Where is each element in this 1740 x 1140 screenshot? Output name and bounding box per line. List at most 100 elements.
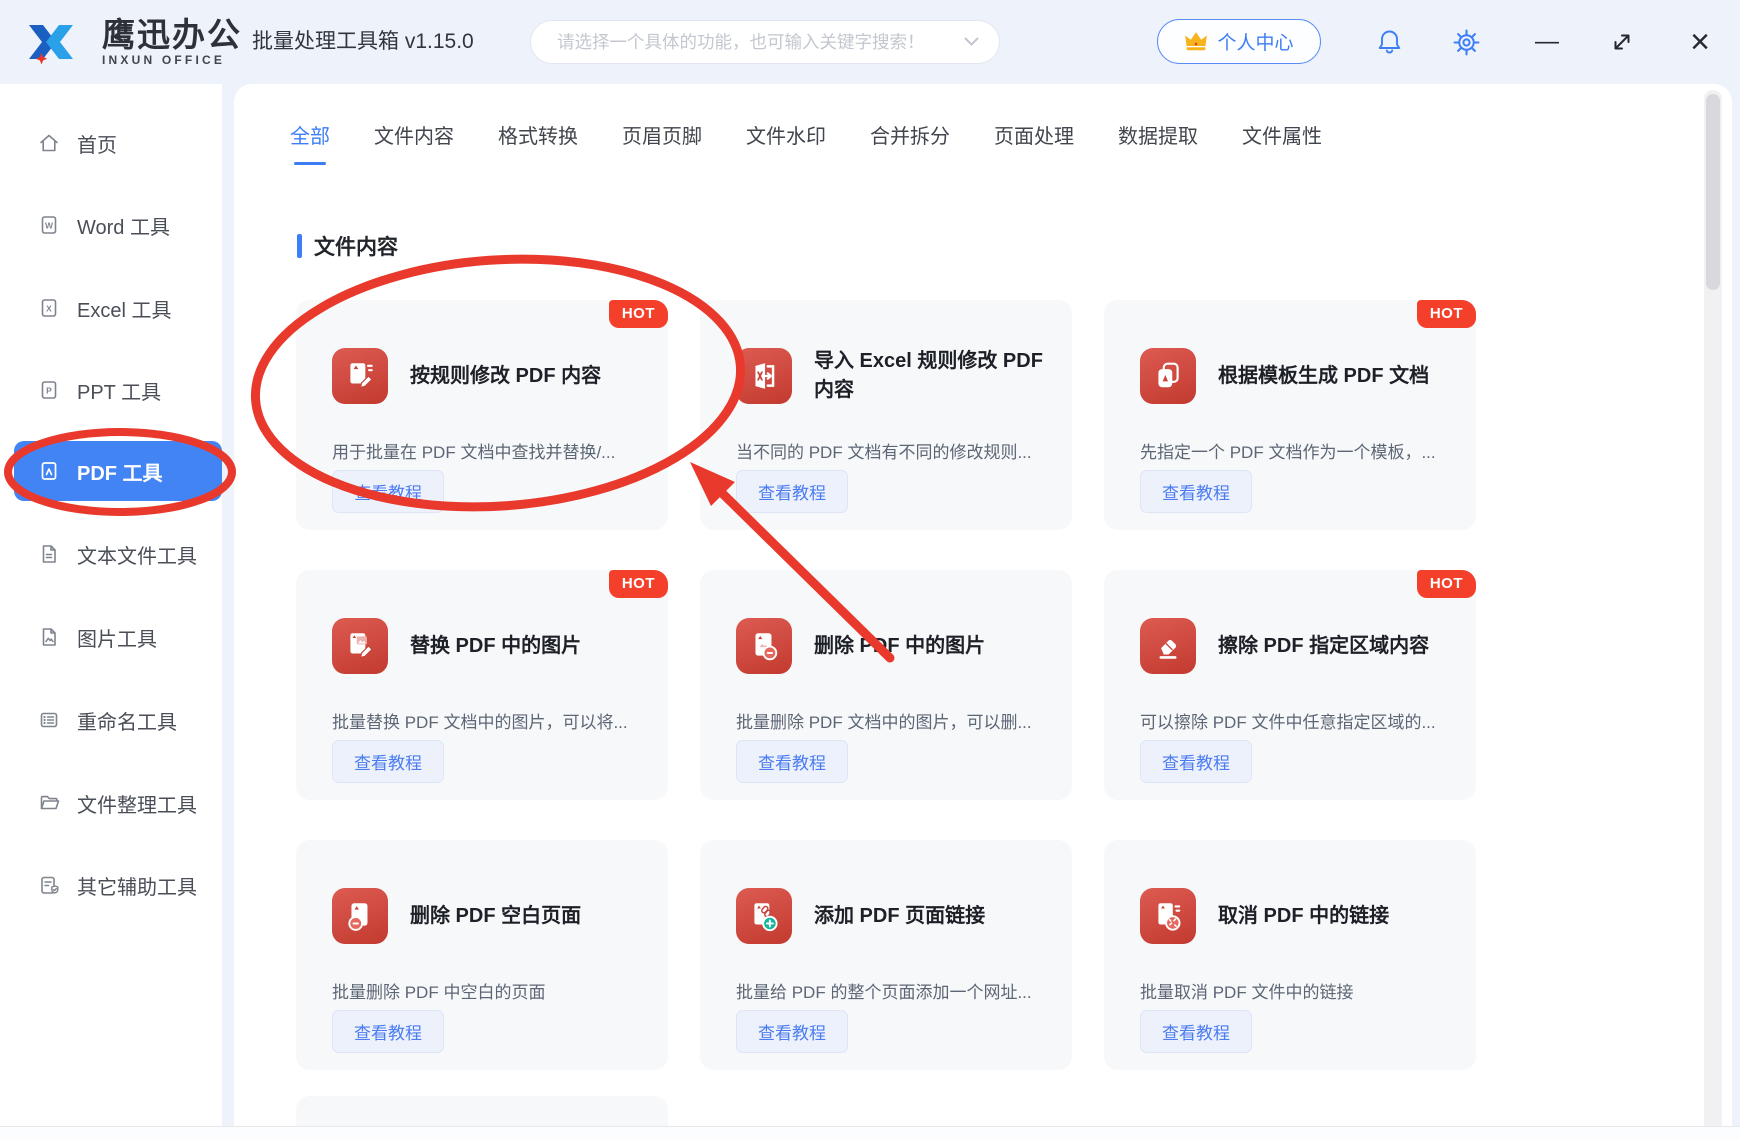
chevron-down-icon[interactable]	[964, 37, 979, 47]
pdf-template-icon	[1140, 348, 1196, 404]
tool-card-excel-rule-modify[interactable]: HOT 导入 Excel 规则修改 PDF 内容 当不同的 PDF 文档有不同的…	[700, 300, 1072, 530]
sidebar-item-ppt[interactable]: P PPT 工具	[0, 360, 222, 420]
personal-center-button[interactable]: 个人中心	[1157, 19, 1321, 64]
pdf-image-replace-icon	[332, 618, 388, 674]
sidebar-item-assist[interactable]: 其它辅助工具	[0, 855, 222, 915]
sidebar-item-excel[interactable]: X Excel 工具	[0, 278, 222, 338]
tool-card-replace-images[interactable]: HOT 替换 PDF 中的图片 批量替换 PDF 文档中的图片，可以将... 查…	[296, 570, 668, 800]
svg-text:W: W	[45, 221, 54, 231]
tab-header-footer[interactable]: 页眉页脚	[622, 120, 702, 165]
card-title: 取消 PDF 中的链接	[1218, 902, 1389, 931]
sidebar-item-image[interactable]: 图片工具	[0, 607, 222, 667]
card-title: 替换 PDF 中的图片	[410, 632, 581, 661]
tutorial-button[interactable]: 查看教程	[1140, 1010, 1252, 1053]
tool-card-remove-links[interactable]: HOT 取消 PDF 中的链接 批量取消 PDF 文件中的链接 查看教程	[1104, 840, 1476, 1070]
tab-data-extract[interactable]: 数据提取	[1118, 120, 1198, 165]
sidebar-item-pdf[interactable]: PDF 工具	[14, 441, 222, 501]
pdf-doc-icon	[38, 460, 60, 482]
hot-badge: HOT	[1417, 300, 1476, 328]
maximize-button[interactable]	[1606, 0, 1638, 84]
card-title: 删除 PDF 空白页面	[410, 902, 581, 931]
card-desc: 先指定一个 PDF 文档作为一个模板，...	[1140, 438, 1462, 463]
gear-icon	[1452, 28, 1481, 57]
card-title: 导入 Excel 规则修改 PDF 内容	[814, 347, 1054, 405]
tutorial-button[interactable]: 查看教程	[332, 740, 444, 783]
rename-icon	[38, 709, 60, 731]
window-bottom-edge	[0, 1126, 1740, 1140]
app-title: 批量处理工具箱 v1.15.0	[252, 0, 474, 84]
sidebar-item-rename[interactable]: 重命名工具	[0, 690, 222, 750]
bell-icon	[1376, 28, 1403, 56]
assist-icon	[38, 874, 60, 896]
hot-badge: HOT	[1417, 570, 1476, 598]
card-desc: 批量替换 PDF 文档中的图片，可以将...	[332, 708, 654, 733]
tool-card-delete-images[interactable]: HOT 删除 PDF 中的图片 批量删除 PDF 文档中的图片，可以删... 查…	[700, 570, 1072, 800]
tool-card-template-generate[interactable]: HOT 根据模板生成 PDF 文档 先指定一个 PDF 文档作为一个模板，...…	[1104, 300, 1476, 530]
image-file-icon	[38, 626, 60, 648]
pdf-link-add-icon	[736, 888, 792, 944]
function-search[interactable]	[530, 20, 1000, 64]
tutorial-button[interactable]: 查看教程	[332, 1010, 444, 1053]
card-desc: 当不同的 PDF 文档有不同的修改规则...	[736, 438, 1058, 463]
excel-rule-icon	[736, 348, 792, 404]
tutorial-button[interactable]: 查看教程	[736, 1010, 848, 1053]
tool-card-modify-pdf-by-rule[interactable]: HOT 按规则修改 PDF 内容 用于批量在 PDF 文档中查找并替换/... …	[296, 300, 668, 530]
sidebar-item-organize[interactable]: 文件整理工具	[0, 773, 222, 833]
tab-all[interactable]: 全部	[290, 120, 330, 165]
brand-name: 鹰迅办公	[102, 17, 242, 53]
section-accent-bar	[297, 234, 302, 258]
pdf-blank-delete-icon	[332, 888, 388, 944]
sidebar-item-word[interactable]: W Word 工具	[0, 195, 222, 255]
section-header: 文件内容	[297, 231, 398, 261]
card-title: 删除 PDF 中的图片	[814, 632, 985, 661]
pdf-erase-icon	[1140, 618, 1196, 674]
maximize-icon	[1611, 31, 1633, 53]
tutorial-button[interactable]: 查看教程	[736, 470, 848, 513]
card-desc: 批量给 PDF 的整个页面添加一个网址...	[736, 978, 1058, 1003]
hot-badge: HOT	[609, 570, 668, 598]
section-title: 文件内容	[314, 231, 398, 261]
sidebar-item-textfile[interactable]: 文本文件工具	[0, 524, 222, 584]
crown-icon	[1184, 31, 1208, 52]
tab-file-content[interactable]: 文件内容	[374, 120, 454, 165]
hot-badge: HOT	[609, 300, 668, 328]
tab-page-process[interactable]: 页面处理	[994, 120, 1074, 165]
svg-text:X: X	[46, 304, 52, 314]
tutorial-button[interactable]: 查看教程	[1140, 740, 1252, 783]
ppt-doc-icon: P	[38, 379, 60, 401]
notifications-button[interactable]	[1375, 0, 1403, 84]
settings-button[interactable]	[1451, 0, 1481, 84]
sidebar-item-label: 文件整理工具	[77, 789, 197, 818]
sidebar-item-home[interactable]: 首页	[0, 113, 222, 173]
title-bar: 鹰迅办公 INXUN OFFICE 批量处理工具箱 v1.15.0 个人中心	[0, 0, 1740, 84]
brand-name-en: INXUN OFFICE	[102, 53, 242, 68]
minimize-button[interactable]: —	[1530, 0, 1564, 84]
tutorial-button[interactable]: 查看教程	[1140, 470, 1252, 513]
search-input[interactable]	[557, 32, 964, 53]
tab-merge-split[interactable]: 合并拆分	[870, 120, 950, 165]
sidebar-item-label: 重命名工具	[77, 706, 177, 735]
scrollbar-thumb[interactable]	[1706, 94, 1720, 290]
sidebar-item-label: 首页	[77, 129, 117, 158]
card-title: 根据模板生成 PDF 文档	[1218, 362, 1429, 391]
sidebar-item-label: Excel 工具	[77, 294, 171, 323]
tool-card-add-page-links[interactable]: HOT 添加 PDF 页面链接 批量给 PDF 的整个页面添加一个网址... 查…	[700, 840, 1072, 1070]
tool-card-delete-blank-pages[interactable]: HOT 删除 PDF 空白页面 批量删除 PDF 中空白的页面 查看教程	[296, 840, 668, 1070]
text-file-icon	[38, 543, 60, 565]
sidebar-item-label: 其它辅助工具	[77, 871, 197, 900]
personal-center-label: 个人中心	[1217, 28, 1293, 55]
main-content: 全部 文件内容 格式转换 页眉页脚 文件水印 合并拆分 页面处理 数据提取 文件…	[234, 84, 1732, 1140]
close-button[interactable]: ×	[1682, 0, 1718, 84]
tab-watermark[interactable]: 文件水印	[746, 120, 826, 165]
tool-card-erase-region[interactable]: HOT 擦除 PDF 指定区域内容 可以擦除 PDF 文件中任意指定区域的...…	[1104, 570, 1476, 800]
svg-text:P: P	[46, 386, 52, 396]
sidebar: 首页 W Word 工具 X Excel 工具 P PPT 工具 PDF 工具	[0, 84, 222, 1126]
card-title: 擦除 PDF 指定区域内容	[1218, 632, 1429, 661]
tab-format-convert[interactable]: 格式转换	[498, 120, 578, 165]
tutorial-button[interactable]: 查看教程	[736, 740, 848, 783]
tab-file-props[interactable]: 文件属性	[1242, 120, 1322, 165]
pdf-edit-icon	[332, 348, 388, 404]
card-desc: 批量删除 PDF 中空白的页面	[332, 978, 654, 1003]
tutorial-button[interactable]: 查看教程	[332, 470, 444, 513]
sidebar-item-label: 图片工具	[77, 623, 157, 652]
